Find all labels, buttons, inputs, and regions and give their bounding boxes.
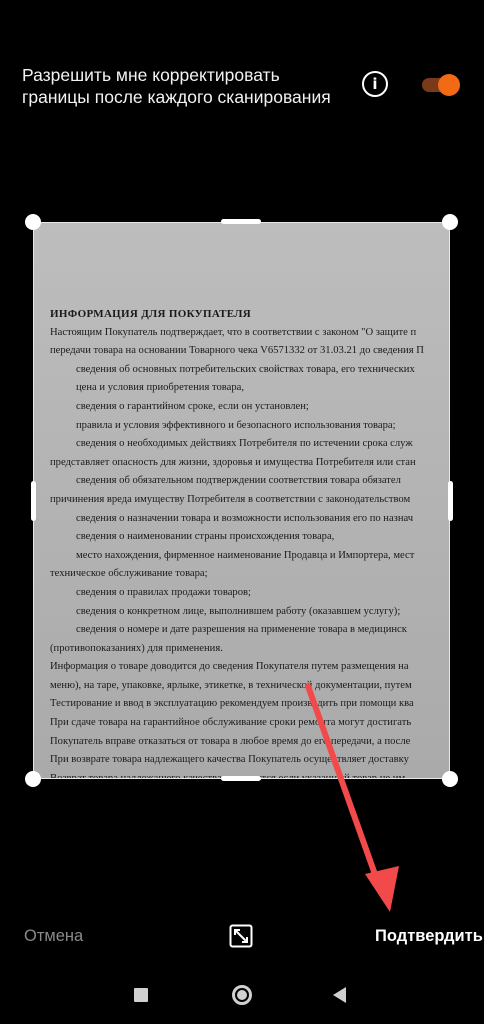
document-line: Покупатель вправе отказаться от товара в…	[50, 735, 411, 747]
document-text: ИНФОРМАЦИЯ ДЛЯ ПОКУПАТЕЛЯ Настоящим Поку…	[50, 305, 450, 779]
setting-label-line1: Разрешить мне корректировать	[22, 65, 280, 85]
cancel-button[interactable]: Отмена	[24, 927, 83, 946]
document-line: сведения о гарантийном сроке, если он ус…	[76, 400, 309, 412]
crop-handle-bottom-left[interactable]	[25, 771, 41, 787]
crop-handle-left[interactable]	[31, 481, 36, 521]
document-line: передачи товара на основании Товарного ч…	[50, 345, 424, 357]
scan-preview: ИНФОРМАЦИЯ ДЛЯ ПОКУПАТЕЛЯ Настоящим Поку…	[33, 222, 450, 779]
document-line: сведения о правилах продажи товаров;	[76, 586, 251, 598]
document-line: При сдаче товара на гарантийное обслужив…	[50, 717, 412, 729]
document-line: цена и условия приобретения товара,	[76, 382, 244, 394]
auto-crop-setting-label: Разрешить мне корректировать границы пос…	[22, 64, 352, 108]
document-line: Тестирование и ввод в эксплуатацию реком…	[50, 698, 414, 710]
document-line: сведения о номере и дате разрешения на п…	[76, 624, 407, 636]
expand-icon[interactable]	[229, 924, 253, 948]
document-line: Информация о товаре доводится до сведени…	[50, 661, 409, 673]
document-line: При возврате товара надлежащего качества…	[50, 754, 409, 766]
info-icon[interactable]: i	[362, 71, 388, 97]
square-icon[interactable]	[134, 988, 148, 1002]
document-title: ИНФОРМАЦИЯ ДЛЯ ПОКУПАТЕЛЯ	[50, 308, 251, 320]
crop-handle-bottom-right[interactable]	[442, 771, 458, 787]
crop-handle-top[interactable]	[221, 219, 261, 224]
crop-handle-top-right[interactable]	[442, 214, 458, 230]
document-line: сведения о наименовании страны происхожд…	[76, 531, 335, 543]
document-line: сведения об обязательном подтверждении с…	[76, 475, 401, 487]
toggle-thumb	[438, 74, 460, 96]
setting-label-line2: границы после каждого сканирования	[22, 87, 331, 107]
adjust-borders-toggle[interactable]	[418, 74, 460, 96]
document-line: сведения о необходимых действиях Потреби…	[76, 438, 413, 450]
document-line: меню), на таре, упаковке, ярлыке, этикет…	[50, 679, 412, 691]
document-line: правила и условия эффективного и безопас…	[76, 419, 396, 431]
confirm-button[interactable]: Подтвердить	[375, 927, 483, 946]
crop-handle-top-left[interactable]	[25, 214, 41, 230]
document-line: (противопоказаниях) для применения.	[50, 642, 223, 654]
top-bar: Разрешить мне корректировать границы пос…	[0, 58, 484, 118]
document-line: представляет опасность для жизни, здоров…	[50, 456, 416, 468]
document-line: сведения о конкретном лице, выполнившем …	[76, 605, 401, 617]
document-line: техническое обслуживание товара;	[50, 568, 208, 580]
document-line: сведения об основных потребительских сво…	[76, 363, 415, 375]
scanned-document: ИНФОРМАЦИЯ ДЛЯ ПОКУПАТЕЛЯ Настоящим Поку…	[33, 222, 450, 779]
circle-icon[interactable]	[232, 985, 252, 1005]
document-line: сведения о назначении товара и возможнос…	[76, 512, 414, 524]
document-line: причинения вреда имуществу Потребителя в…	[50, 493, 411, 505]
action-bar: Отмена Подтвердить	[0, 918, 484, 958]
crop-handle-bottom[interactable]	[221, 776, 261, 781]
crop-handle-right[interactable]	[448, 481, 453, 521]
document-line: место нахождения, фирменное наименование…	[76, 549, 415, 561]
document-line: Настоящим Покупатель подтверждает, что в…	[50, 326, 417, 338]
system-nav-bar	[0, 974, 484, 1016]
triangle-back-icon[interactable]	[333, 987, 346, 1003]
